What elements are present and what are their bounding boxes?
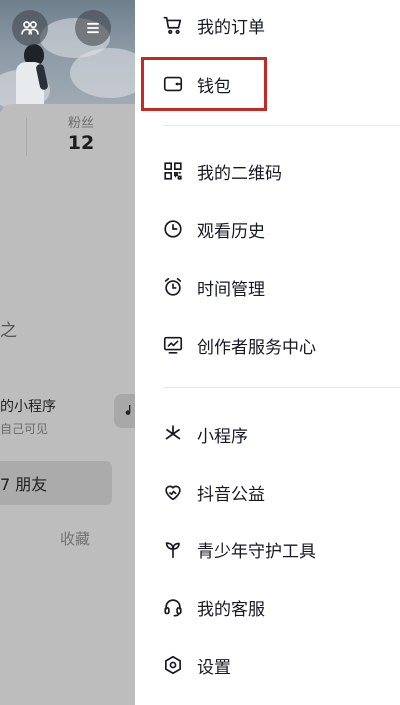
asterisk-icon	[161, 422, 185, 446]
hexagon-gear-icon	[161, 653, 185, 677]
headset-icon	[161, 595, 185, 619]
menu-divider	[163, 125, 400, 126]
menu-divider	[163, 387, 400, 388]
menu-item-label: 设置	[197, 657, 231, 678]
menu-item-customer-service[interactable]: 我的客服	[161, 592, 265, 622]
menu-item-settings[interactable]: 设置	[161, 650, 231, 680]
monitor-chart-icon	[161, 333, 185, 357]
music-note-icon[interactable]	[114, 394, 135, 428]
mini-program-subtitle: 自己可见	[0, 422, 49, 436]
menu-item-qr-code[interactable]: 我的二维码	[161, 156, 282, 186]
fans-count[interactable]: 12	[56, 132, 106, 154]
friends-button[interactable]: 7 朋友	[0, 461, 112, 505]
tab-favorites[interactable]: 收藏	[60, 528, 90, 549]
menu-icon[interactable]	[75, 10, 111, 46]
fans-label: 粉丝	[67, 116, 94, 131]
menu-item-label: 时间管理	[197, 279, 265, 300]
menu-item-watch-history[interactable]: 观看历史	[161, 214, 265, 244]
menu-item-creator-center[interactable]: 创作者服务中心	[161, 330, 316, 360]
clock-icon	[161, 217, 185, 241]
stat-divider	[26, 118, 27, 156]
menu-item-label: 小程序	[197, 426, 248, 447]
menu-item-mini-programs[interactable]: 小程序	[161, 419, 248, 449]
alarm-clock-icon	[161, 275, 185, 299]
friends-icon[interactable]	[12, 10, 48, 46]
menu-item-label: 创作者服务中心	[197, 337, 316, 358]
sprout-icon	[161, 537, 185, 561]
menu-item-label: 我的客服	[197, 599, 265, 620]
profile-card: 粉丝 12 之 的小程序 自己可见 7 朋友 收藏	[0, 104, 135, 705]
menu-item-label: 我的二维码	[197, 163, 282, 184]
menu-item-charity[interactable]: 抖音公益	[161, 477, 265, 507]
mini-program-title[interactable]: 的小程序	[0, 396, 56, 416]
qr-code-icon	[161, 159, 185, 183]
friends-button-label: 7 朋友	[0, 475, 48, 494]
cart-icon	[161, 13, 185, 37]
side-drawer-menu: 我的订单 钱包 我的二维码 观看历史 时间管理 创作者服务中心 小程序 抖音公益…	[135, 0, 400, 705]
menu-item-orders[interactable]: 我的订单	[161, 10, 265, 40]
section-heading-partial: 之	[0, 321, 17, 341]
menu-item-youth-protection[interactable]: 青少年守护工具	[161, 534, 316, 564]
menu-item-label: 青少年守护工具	[197, 541, 316, 562]
menu-item-label: 抖音公益	[197, 484, 265, 505]
menu-item-label: 我的订单	[197, 17, 265, 38]
menu-item-label: 观看历史	[197, 221, 265, 242]
menu-item-time-management[interactable]: 时间管理	[161, 272, 265, 302]
heart-icon	[161, 480, 185, 504]
wallet-highlight-box	[141, 57, 267, 111]
profile-backdrop[interactable]: 粉丝 12 之 的小程序 自己可见 7 朋友 收藏	[0, 0, 135, 705]
